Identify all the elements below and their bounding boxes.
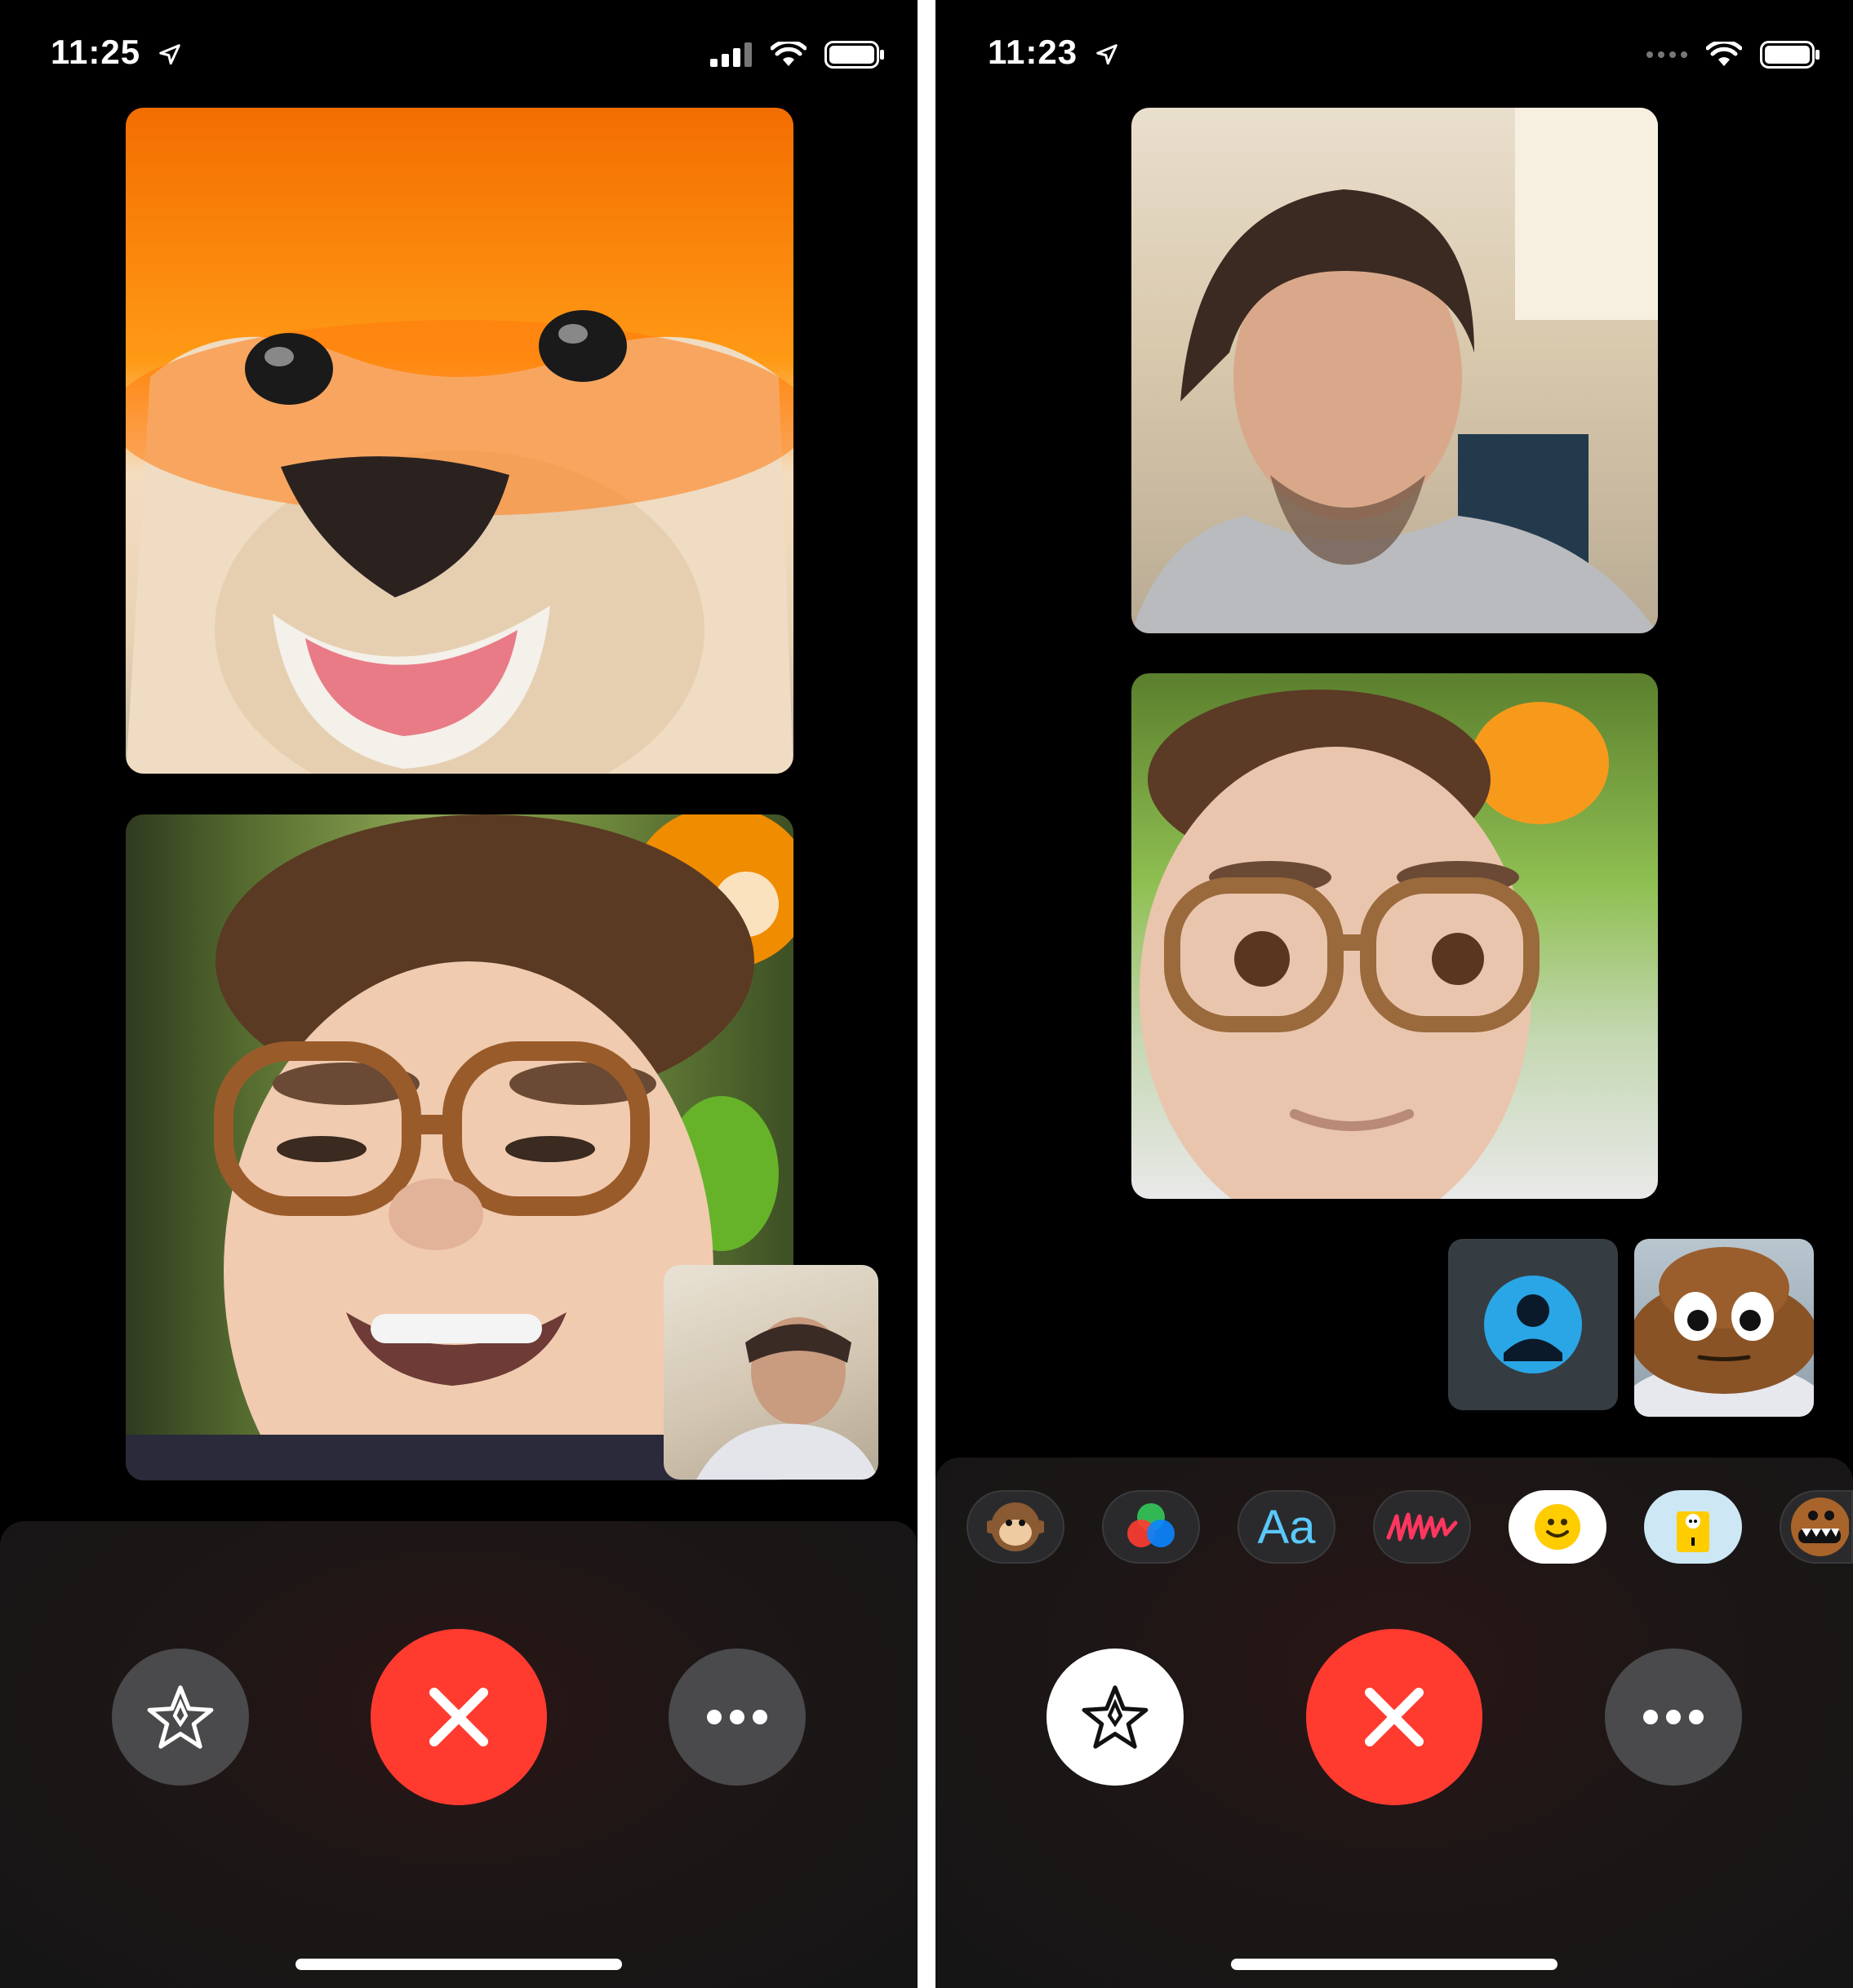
status-time: 11:23 <box>988 33 1119 72</box>
more-dots-icon <box>1643 1710 1704 1724</box>
effect-animoji[interactable] <box>966 1490 1064 1564</box>
close-icon <box>429 1688 488 1746</box>
effects-star-icon <box>147 1685 214 1749</box>
facetime-screen-left: 11:25 <box>0 0 918 1988</box>
more-options-button[interactable] <box>1605 1649 1742 1786</box>
facetime-screen-right: 11:23 Aa <box>935 0 1853 1988</box>
participant-tile-memoji[interactable] <box>1131 673 1658 1199</box>
wifi-icon <box>1706 42 1742 66</box>
status-time-text: 11:23 <box>988 33 1078 71</box>
participant-tile-poop-animoji[interactable] <box>1634 1239 1814 1417</box>
end-call-button[interactable] <box>1306 1629 1482 1805</box>
wifi-icon <box>771 42 807 66</box>
poop-animoji-face <box>1634 1247 1814 1417</box>
shapes-scribble-icon <box>1386 1512 1458 1542</box>
camera-person <box>1131 108 1658 633</box>
participant-tile-fox-animoji[interactable] <box>126 108 793 774</box>
monster-animoji-icon <box>1791 1498 1849 1556</box>
effect-memoji-sticker[interactable] <box>1644 1490 1742 1564</box>
contact-placeholder-icon <box>1484 1276 1582 1373</box>
location-icon <box>159 44 180 65</box>
status-icons <box>1646 41 1820 69</box>
self-view-person <box>696 1317 878 1480</box>
participant-tile-camera[interactable] <box>1131 108 1658 633</box>
effects-button[interactable] <box>112 1649 249 1786</box>
battery-icon <box>1760 41 1820 69</box>
monkey-animoji-icon <box>987 1502 1044 1551</box>
effect-filters[interactable] <box>1102 1490 1200 1564</box>
cellular-signal-icon <box>710 42 752 67</box>
participant-tile-placeholder[interactable] <box>1448 1239 1618 1410</box>
memoji-face-glasses <box>1140 690 1609 1199</box>
more-options-button[interactable] <box>669 1649 806 1786</box>
sticker-pack-icon <box>1677 1511 1709 1552</box>
text-effect-label: Aa <box>1257 1500 1316 1554</box>
effect-emoji-sticker[interactable] <box>1509 1490 1606 1564</box>
home-indicator[interactable] <box>296 1959 622 1970</box>
status-icons <box>710 41 885 69</box>
self-view-tile[interactable] <box>664 1265 878 1480</box>
effect-monster-animoji[interactable] <box>1780 1490 1853 1564</box>
location-icon <box>1096 44 1118 65</box>
effects-tray: Aa <box>966 1490 1853 1564</box>
smiley-sticker-icon <box>1535 1504 1580 1550</box>
status-time: 11:25 <box>51 33 182 72</box>
more-dots-icon <box>707 1710 767 1724</box>
filters-icon <box>1127 1503 1175 1547</box>
fox-animoji-face <box>126 310 793 774</box>
battery-icon <box>824 41 884 69</box>
cellular-searching-icon <box>1646 51 1687 58</box>
status-time-text: 11:25 <box>51 33 141 71</box>
call-controls-panel: Aa <box>935 1458 1853 1988</box>
effects-button[interactable] <box>1046 1649 1184 1786</box>
effects-star-icon <box>1082 1685 1149 1749</box>
close-icon <box>1365 1688 1424 1746</box>
effect-shapes[interactable] <box>1373 1490 1471 1564</box>
call-controls-panel <box>0 1521 918 1988</box>
end-call-button[interactable] <box>371 1629 547 1805</box>
effect-text[interactable]: Aa <box>1238 1490 1335 1564</box>
home-indicator[interactable] <box>1231 1959 1557 1970</box>
